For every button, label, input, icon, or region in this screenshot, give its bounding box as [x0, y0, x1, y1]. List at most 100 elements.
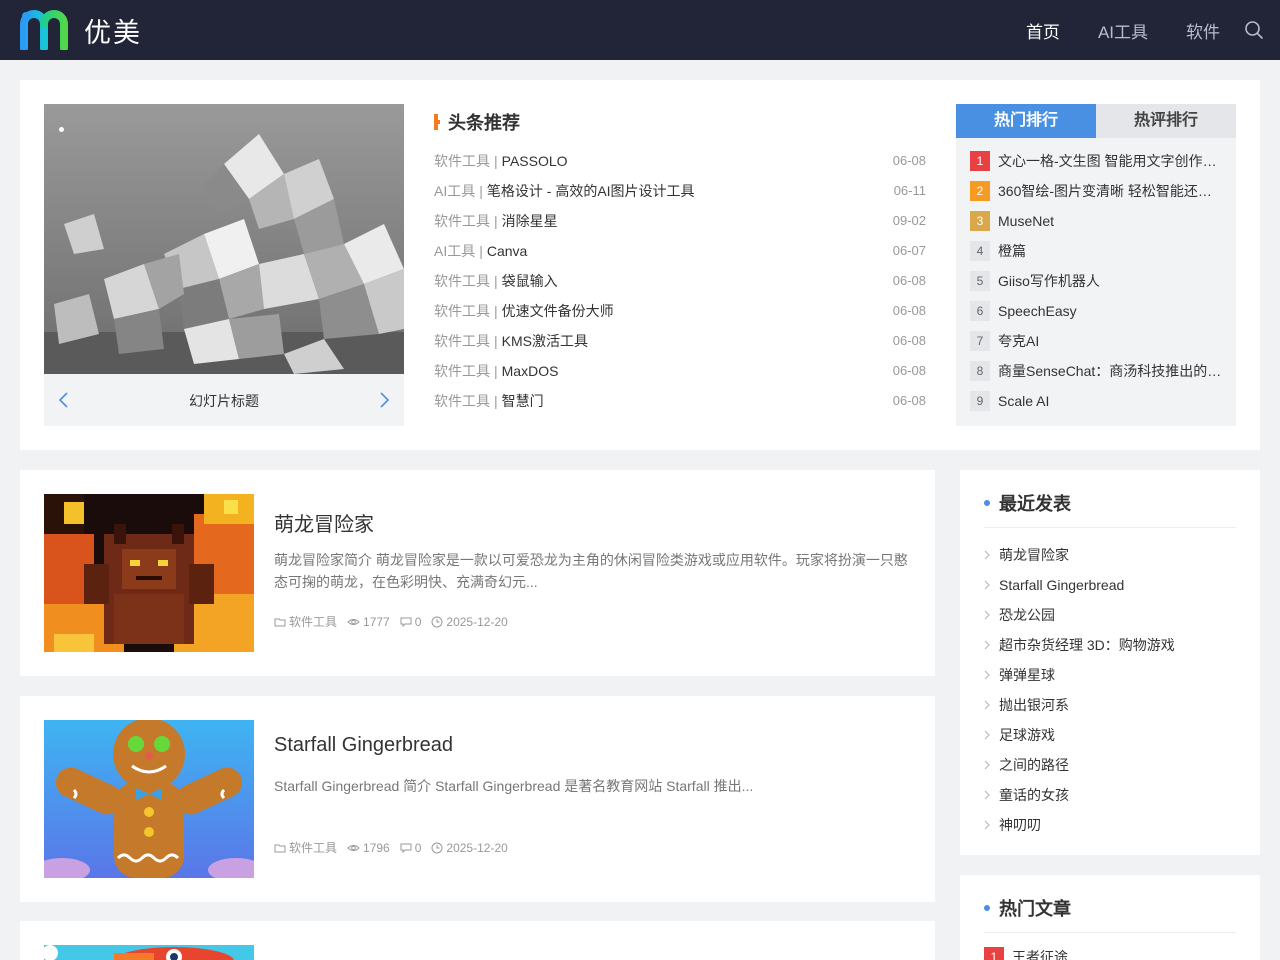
- rank-title[interactable]: MuseNet: [998, 213, 1054, 229]
- post-thumbnail[interactable]: [44, 494, 254, 652]
- recent-post-title[interactable]: 神叨叨: [999, 815, 1041, 835]
- headline-date: 06-08: [892, 303, 926, 318]
- headline-category[interactable]: 软件工具: [434, 273, 490, 289]
- rank-title[interactable]: 橙篇: [998, 241, 1026, 261]
- headline-link[interactable]: KMS激活工具: [502, 333, 588, 349]
- recent-post-title[interactable]: 足球游戏: [999, 725, 1055, 745]
- heading-dot: [984, 905, 990, 911]
- recent-post-item[interactable]: 超市杂货经理 3D：购物游戏: [984, 630, 1175, 660]
- headline-category[interactable]: 软件工具: [434, 333, 490, 349]
- headline-link[interactable]: 智慧门: [502, 393, 544, 409]
- slide-image[interactable]: [44, 104, 404, 374]
- headline-category[interactable]: 软件工具: [434, 393, 490, 409]
- post-comments-count: 0: [414, 614, 422, 629]
- slide-indicator[interactable]: [59, 127, 64, 132]
- rank-title[interactable]: Giiso写作机器人: [998, 271, 1100, 291]
- ranking-item[interactable]: 9 Scale AI: [970, 386, 1222, 416]
- chevron-right-icon[interactable]: [374, 390, 394, 410]
- nav-ai-tools[interactable]: AI工具: [1098, 18, 1148, 43]
- recent-post-item[interactable]: 萌龙冒险家: [984, 540, 1175, 570]
- tab-comment-ranking[interactable]: 热评排行: [1096, 104, 1236, 138]
- post-category[interactable]: 软件工具: [274, 839, 337, 856]
- headline-link[interactable]: Canva: [487, 243, 527, 259]
- tab-hot-ranking[interactable]: 热门排行: [956, 104, 1096, 138]
- ranking-list: 1 文心一格-文生图 智能用文字创作图片 2 360智绘-图片变清晰 轻松智能还原老照…: [956, 138, 1236, 416]
- nav-home[interactable]: 首页: [1026, 18, 1060, 43]
- recent-post-title[interactable]: 恐龙公园: [999, 605, 1055, 625]
- headline-title: 头条推荐: [448, 113, 520, 133]
- recent-post-title[interactable]: 萌龙冒险家: [999, 545, 1069, 565]
- headline-link[interactable]: MaxDOS: [502, 363, 559, 379]
- headline-link[interactable]: 消除星星: [502, 213, 558, 229]
- headline-category[interactable]: 软件工具: [434, 303, 490, 319]
- chevron-right-icon: [984, 760, 990, 770]
- rank-title[interactable]: 360智绘-图片变清晰 轻松智能还原老照片: [998, 181, 1222, 201]
- nav-software[interactable]: 软件: [1186, 18, 1220, 43]
- ranking-item[interactable]: 7 夸克AI: [970, 326, 1222, 356]
- headline-link[interactable]: 优速文件备份大师: [502, 303, 614, 319]
- post-excerpt: Starfall Gingerbread 简介 Starfall Gingerb…: [274, 778, 754, 794]
- rank-title[interactable]: 文心一格-文生图 智能用文字创作图片: [998, 151, 1222, 171]
- post-title[interactable]: 萌龙冒险家: [274, 508, 374, 537]
- rank-title[interactable]: SpeechEasy: [998, 303, 1077, 319]
- recent-post-title[interactable]: 之间的路径: [999, 755, 1069, 775]
- separator: |: [479, 183, 483, 199]
- recent-post-item[interactable]: 弹弹星球: [984, 660, 1175, 690]
- search-icon[interactable]: [1244, 20, 1264, 40]
- chevron-right-icon: [984, 550, 990, 560]
- ranking-item[interactable]: 5 Giiso写作机器人: [970, 266, 1222, 296]
- heading-marker: [434, 114, 440, 130]
- rank-title[interactable]: 商量SenseChat：商汤科技推出的大语言模型: [998, 361, 1222, 381]
- post-category[interactable]: 软件工具: [274, 613, 337, 630]
- recent-post-item[interactable]: 足球游戏: [984, 720, 1175, 750]
- recent-post-item[interactable]: 抛出银河系: [984, 690, 1175, 720]
- headline-item[interactable]: 软件工具 | 袋鼠输入 06-08: [434, 266, 926, 296]
- recent-post-title[interactable]: 抛出银河系: [999, 695, 1069, 715]
- recent-post-title[interactable]: Starfall Gingerbread: [999, 577, 1124, 593]
- headline-item[interactable]: 软件工具 | PASSOLO 06-08: [434, 146, 926, 176]
- recent-post-item[interactable]: 童话的女孩: [984, 780, 1175, 810]
- ranking-item[interactable]: 6 SpeechEasy: [970, 296, 1222, 326]
- headline-item[interactable]: AI工具 | 笔格设计 - 高效的AI图片设计工具 06-11: [434, 176, 926, 206]
- headline-item[interactable]: 软件工具 | KMS激活工具 06-08: [434, 326, 926, 356]
- headline-category[interactable]: AI工具: [434, 183, 475, 199]
- recent-post-title[interactable]: 超市杂货经理 3D：购物游戏: [999, 635, 1175, 655]
- recent-post-item[interactable]: Starfall Gingerbread: [984, 570, 1175, 600]
- recent-post-title[interactable]: 弹弹星球: [999, 665, 1055, 685]
- headline-heading: 头条推荐: [434, 104, 926, 140]
- post-title[interactable]: Starfall Gingerbread: [274, 734, 453, 757]
- headline-link[interactable]: 袋鼠输入: [502, 273, 558, 289]
- post-thumbnail[interactable]: [44, 720, 254, 878]
- chevron-right-icon: [984, 580, 990, 590]
- post-comments-count: 0: [414, 840, 422, 855]
- headline-item[interactable]: 软件工具 | 智慧门 06-08: [434, 386, 926, 416]
- post-meta: 软件工具 1777 0 2025-12-20: [274, 613, 518, 630]
- separator: |: [494, 303, 498, 319]
- ranking-item[interactable]: 4 橙篇: [970, 236, 1222, 266]
- site-logo[interactable]: 优美: [20, 10, 142, 50]
- headline-item[interactable]: 软件工具 | 优速文件备份大师 06-08: [434, 296, 926, 326]
- recent-post-item[interactable]: 之间的路径: [984, 750, 1175, 780]
- rank-title[interactable]: Scale AI: [998, 393, 1049, 409]
- headline-item[interactable]: 软件工具 | 消除星星 09-02: [434, 206, 926, 236]
- rank-title[interactable]: 夸克AI: [998, 331, 1039, 351]
- ranking-item[interactable]: 2 360智绘-图片变清晰 轻松智能还原老照片: [970, 176, 1222, 206]
- ranking-item[interactable]: 1 文心一格-文生图 智能用文字创作图片: [970, 146, 1222, 176]
- recent-post-item[interactable]: 神叨叨: [984, 810, 1175, 840]
- headline-category[interactable]: 软件工具: [434, 213, 490, 229]
- headline-link[interactable]: 笔格设计 - 高效的AI图片设计工具: [487, 183, 695, 199]
- ranking-item[interactable]: 8 商量SenseChat：商汤科技推出的大语言模型: [970, 356, 1222, 386]
- recent-post-item[interactable]: 恐龙公园: [984, 600, 1175, 630]
- post-date-text: 2025-12-20: [446, 840, 508, 855]
- headline-item[interactable]: 软件工具 | MaxDOS 06-08: [434, 356, 926, 386]
- recent-post-title[interactable]: 童话的女孩: [999, 785, 1069, 805]
- post-thumbnail[interactable]: [44, 945, 254, 960]
- hot-article-item[interactable]: 1 王者征途: [984, 947, 1068, 960]
- headline-link[interactable]: PASSOLO: [502, 153, 568, 169]
- slide-artwork: [44, 104, 404, 374]
- headline-category[interactable]: 软件工具: [434, 363, 490, 379]
- headline-item[interactable]: AI工具 | Canva 06-07: [434, 236, 926, 266]
- headline-category[interactable]: 软件工具: [434, 153, 490, 169]
- ranking-item[interactable]: 3 MuseNet: [970, 206, 1222, 236]
- headline-category[interactable]: AI工具: [434, 243, 475, 259]
